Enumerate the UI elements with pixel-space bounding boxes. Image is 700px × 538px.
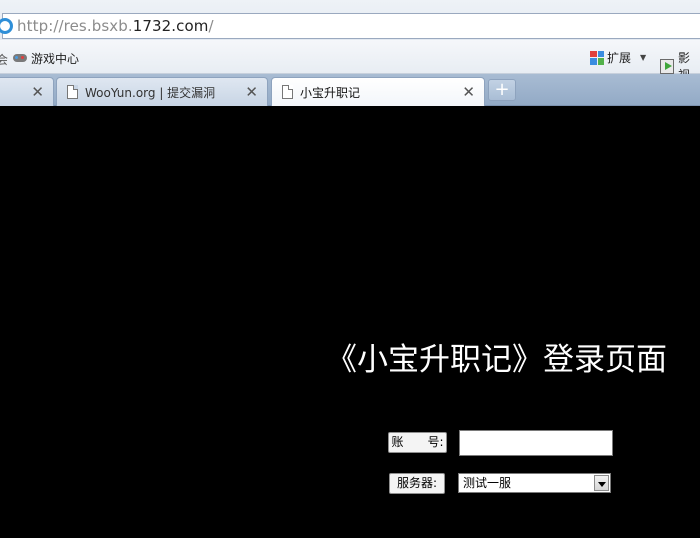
bookmark-label: 游戏中心 bbox=[31, 52, 80, 66]
browser-logo-icon bbox=[0, 18, 13, 34]
tab-label: 小宝升职记 bbox=[300, 85, 361, 100]
gamepad-icon bbox=[12, 53, 28, 64]
favorites-icon[interactable]: 会 bbox=[0, 51, 8, 68]
tab-strip: ✕ WooYun.org | 提交漏洞 ✕ 小宝升职记 ✕ bbox=[0, 74, 700, 106]
server-selected-value: 测试一服 bbox=[463, 476, 512, 490]
url-suffix: / bbox=[208, 17, 214, 35]
url-text: http://res.bsxb.1732.com/ bbox=[17, 17, 214, 35]
account-label: 账 号: bbox=[388, 432, 447, 453]
video-icon bbox=[660, 58, 674, 74]
page-icon bbox=[67, 85, 78, 99]
tab-label: WooYun.org | 提交漏洞 bbox=[85, 85, 216, 100]
address-bar: http://res.bsxb.1732.com/ bbox=[0, 0, 700, 40]
account-input[interactable] bbox=[459, 430, 613, 456]
page-title: 《小宝升职记》登录页面 bbox=[326, 342, 667, 378]
page-content: 《小宝升职记》登录页面 账 号: 服务器: 测试一服 bbox=[0, 106, 700, 538]
url-input[interactable]: http://res.bsxb.1732.com/ bbox=[0, 13, 700, 39]
url-prefix: http://res.bsxb. bbox=[17, 17, 133, 35]
chevron-down-icon[interactable]: ▼ bbox=[640, 53, 646, 62]
bookmark-game-center[interactable]: 游戏中心 bbox=[12, 50, 79, 67]
chevron-down-icon[interactable] bbox=[594, 475, 609, 491]
tab-wooyun[interactable]: WooYun.org | 提交漏洞 ✕ bbox=[56, 77, 268, 106]
extensions-button[interactable]: 扩展 ▼ bbox=[590, 49, 646, 66]
server-label: 服务器: bbox=[389, 473, 445, 494]
tab-xiaobao[interactable]: 小宝升职记 ✕ bbox=[271, 77, 485, 106]
tab-1[interactable]: ✕ bbox=[0, 77, 54, 106]
grid-icon bbox=[590, 50, 604, 65]
close-icon[interactable]: ✕ bbox=[31, 83, 44, 101]
server-select[interactable]: 测试一服 bbox=[458, 473, 611, 493]
bookmarks-bar: 会 游戏中心 扩展 ▼ 影视 bbox=[0, 40, 700, 82]
close-icon[interactable]: ✕ bbox=[245, 83, 258, 101]
page-icon bbox=[282, 85, 293, 99]
extensions-label: 扩展 bbox=[607, 51, 632, 65]
new-tab-button[interactable]: + bbox=[488, 79, 516, 101]
url-host: 1732.com bbox=[132, 17, 209, 35]
close-icon[interactable]: ✕ bbox=[462, 83, 475, 101]
